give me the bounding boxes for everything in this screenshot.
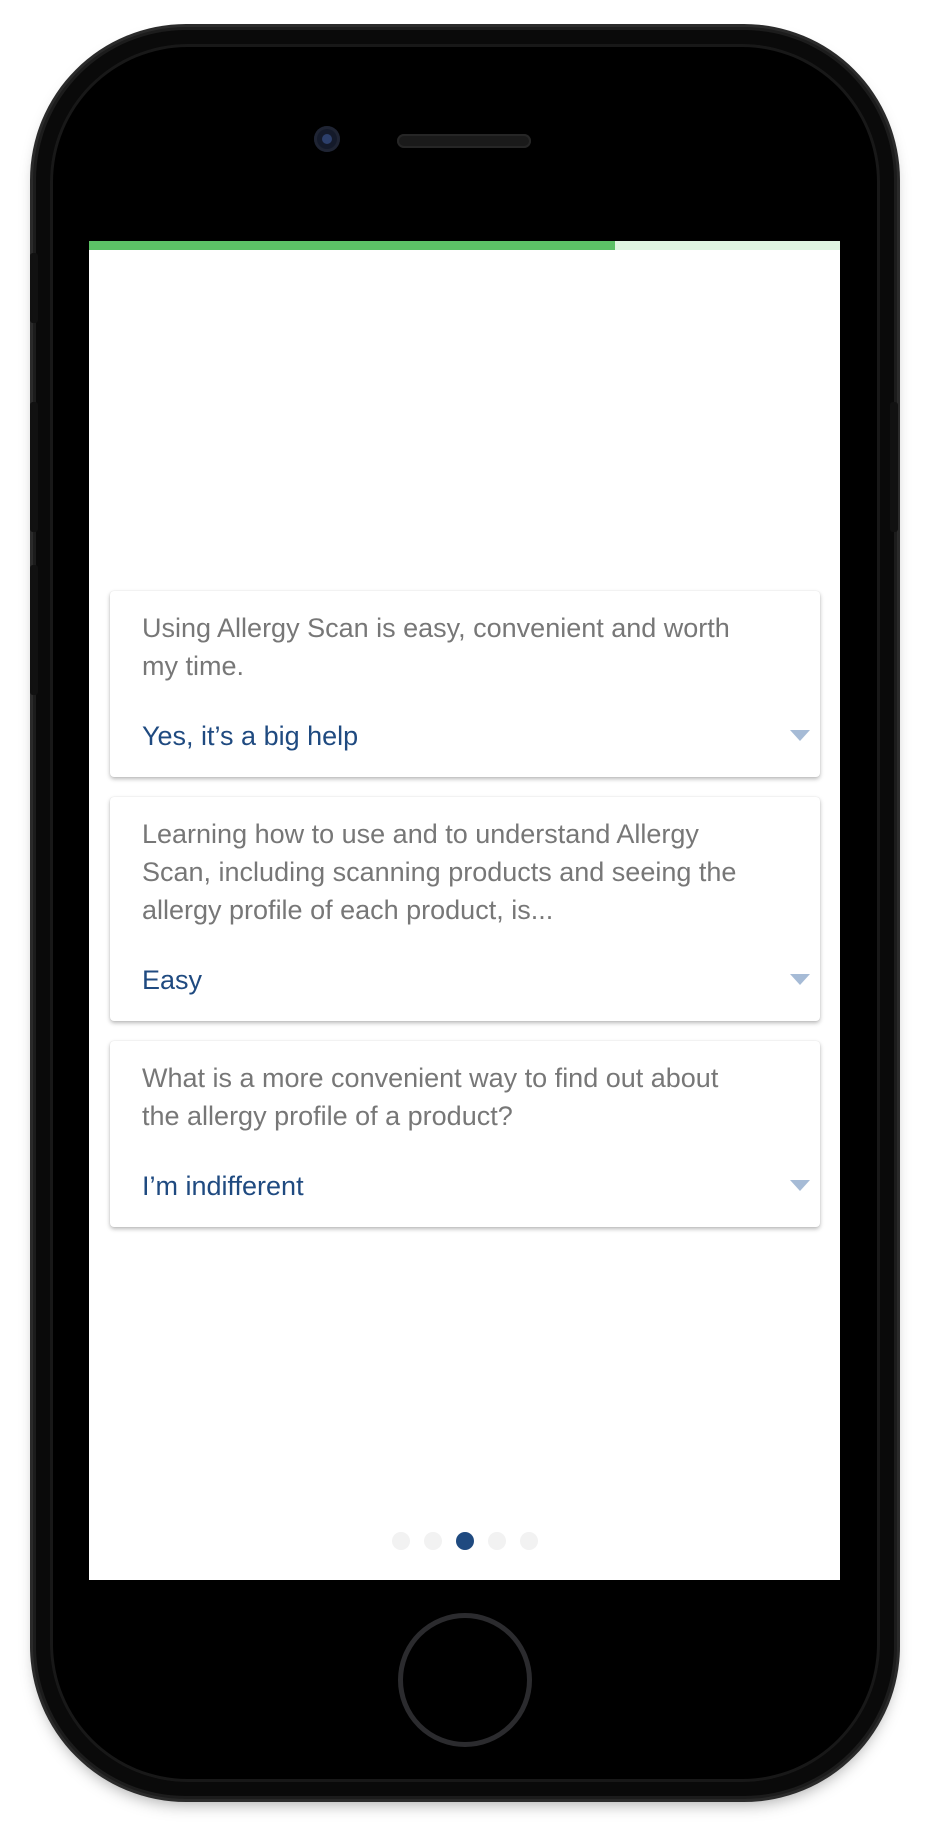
mute-switch [30,253,38,323]
chevron-down-icon[interactable] [790,1180,810,1191]
front-camera-icon [314,126,340,152]
progress-bar-fill [89,241,615,250]
earpiece-speaker-icon [397,134,531,148]
power-button [890,402,898,532]
page-dot[interactable] [423,1532,442,1550]
question-card[interactable]: What is a more convenient way to find ou… [110,1041,820,1227]
question-text: What is a more convenient way to find ou… [142,1063,719,1131]
answer-value: Yes, it’s a big help [142,721,359,751]
app-screen: Using Allergy Scan is easy, convenient a… [89,241,840,1580]
page-dot[interactable] [391,1532,410,1550]
page-dot[interactable] [455,1532,474,1550]
page-dot[interactable] [519,1532,538,1550]
answer-dropdown[interactable]: I’m indifferent [142,1167,810,1205]
answer-value: I’m indifferent [142,1171,304,1201]
answer-dropdown[interactable]: Yes, it’s a big help [142,717,810,755]
volume-up-button [30,402,38,532]
chevron-down-icon[interactable] [790,974,810,985]
volume-down-button [30,565,38,695]
question-card[interactable]: Using Allergy Scan is easy, convenient a… [110,591,820,777]
survey-question-list: Using Allergy Scan is easy, convenient a… [110,591,820,1247]
page-indicator [89,1532,840,1550]
chevron-down-icon[interactable] [790,730,810,741]
question-card[interactable]: Learning how to use and to understand Al… [110,797,820,1021]
progress-bar [89,241,840,250]
question-text: Learning how to use and to understand Al… [142,819,737,925]
question-text: Using Allergy Scan is easy, convenient a… [142,613,730,681]
home-button-icon[interactable] [398,1613,532,1747]
answer-value: Easy [142,965,203,995]
page-dot[interactable] [487,1532,506,1550]
answer-dropdown[interactable]: Easy [142,961,810,999]
